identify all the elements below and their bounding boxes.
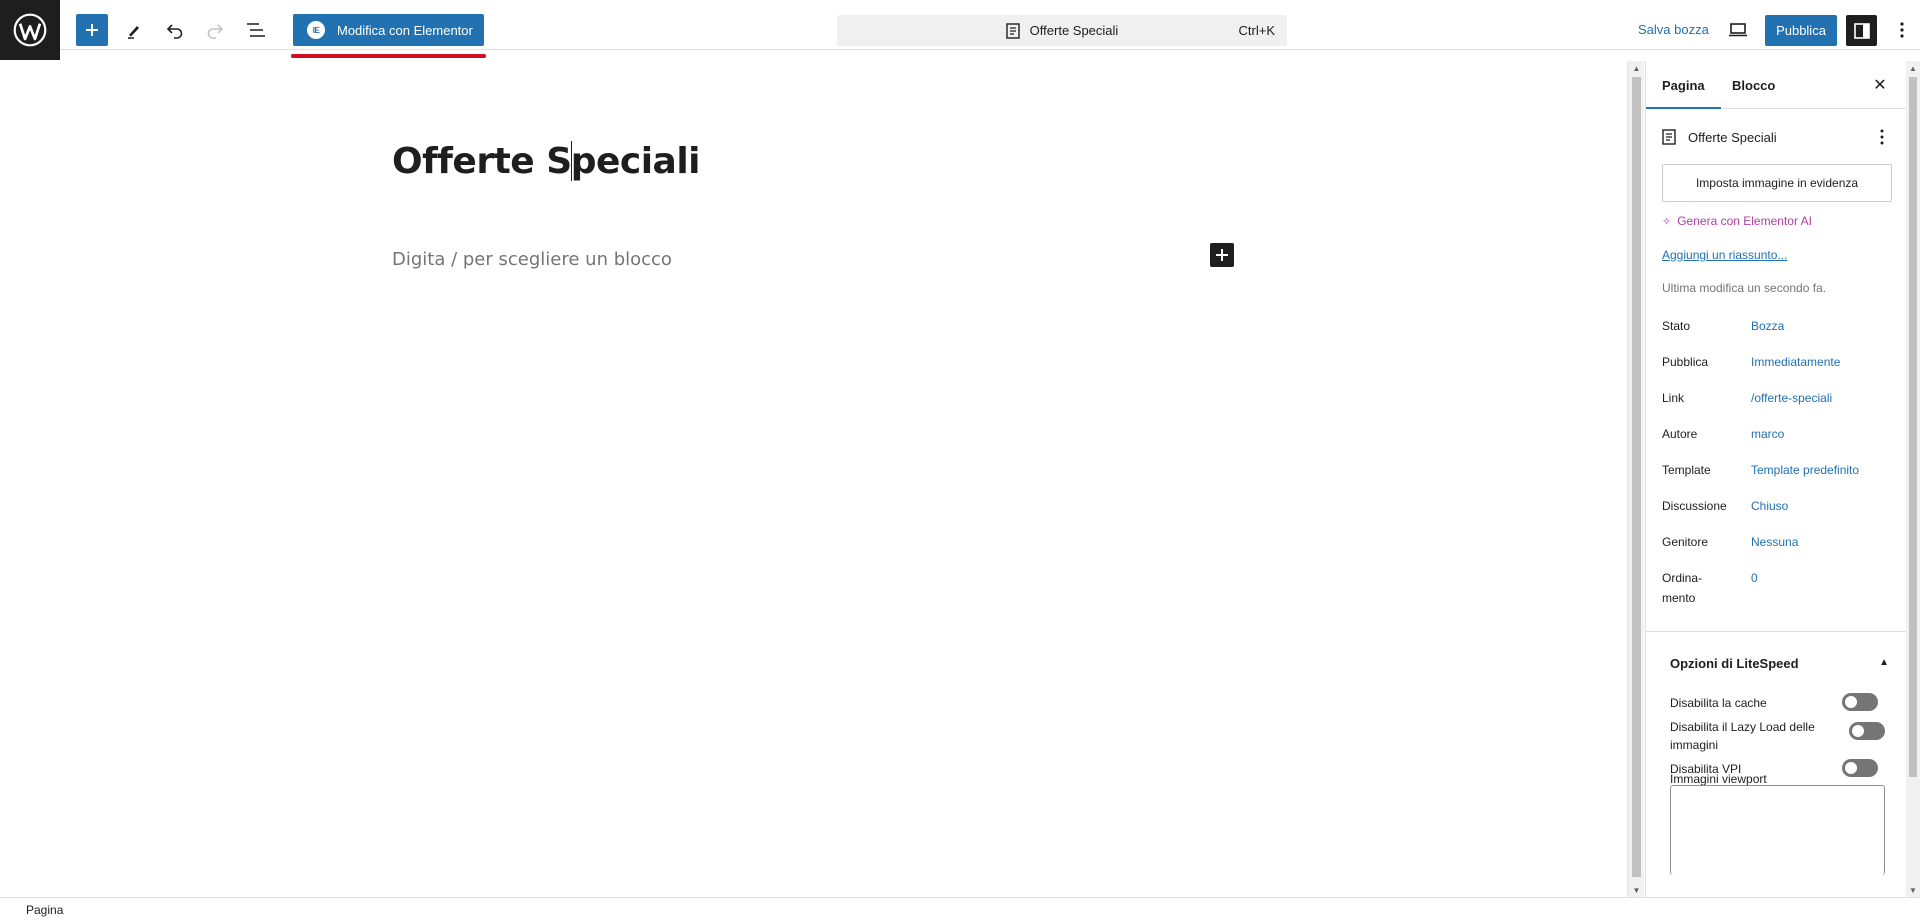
option-label: Disabilita il Lazy Load delle immagini	[1670, 720, 1815, 752]
sidebar-scrollbar-thumb[interactable]	[1909, 77, 1917, 777]
meta-label: Autore	[1662, 427, 1698, 441]
document-actions-button[interactable]	[1872, 125, 1892, 149]
pen-icon	[128, 26, 139, 39]
template-value[interactable]: Template predefinito	[1751, 460, 1859, 480]
meta-label: Discussione	[1662, 499, 1727, 513]
add-block-button[interactable]	[76, 14, 108, 46]
meta-label: Genitore	[1662, 535, 1709, 549]
document-overview-button[interactable]	[240, 14, 272, 46]
keyboard-shortcut: Ctrl+K	[1238, 23, 1275, 38]
block-inserter-button[interactable]	[1210, 243, 1234, 267]
settings-sidebar-button[interactable]	[1846, 15, 1877, 46]
scroll-down-arrow-icon[interactable]: ▼	[1628, 883, 1645, 897]
kebab-icon	[1880, 129, 1884, 145]
status-value[interactable]: Bozza	[1751, 316, 1784, 336]
scroll-up-arrow-icon[interactable]: ▲	[1628, 61, 1645, 75]
author-value[interactable]: marco	[1751, 424, 1784, 444]
close-icon[interactable]: ✕	[1868, 73, 1892, 97]
discussion-value[interactable]: Chiuso	[1751, 496, 1788, 516]
option-label: Disabilita la cache	[1670, 696, 1767, 710]
publish-date-value[interactable]: Immediatamente	[1751, 352, 1840, 372]
edit-with-elementor-button[interactable]: IE Modifica con Elementor	[293, 14, 484, 46]
sidebar-icon	[1853, 22, 1870, 39]
scroll-down-arrow-icon[interactable]: ▼	[1906, 883, 1920, 897]
document-title: Offerte Speciali	[1688, 129, 1777, 145]
document-icon	[1662, 129, 1676, 145]
redo-icon	[207, 24, 224, 39]
wordpress-icon	[13, 13, 47, 47]
plus-icon	[86, 24, 98, 36]
scroll-up-arrow-icon[interactable]: ▲	[1906, 61, 1920, 75]
viewport-images-textarea[interactable]	[1670, 785, 1885, 875]
meta-label: Pubblica	[1662, 355, 1709, 369]
permalink-value[interactable]: /offerte-speciali	[1751, 388, 1832, 408]
generate-with-ai-link[interactable]: ✧ Genera con Elementor AI	[1662, 214, 1812, 228]
command-palette-bar[interactable]: Offerte Speciali Ctrl+K	[837, 15, 1287, 46]
edit-with-elementor-label: Modifica con Elementor	[337, 22, 473, 38]
list-view-icon	[247, 23, 265, 37]
meta-label: Template	[1662, 463, 1711, 477]
litespeed-options-panel: Opzioni di LiteSpeed ▲ Disabilita la cac…	[1646, 631, 1906, 875]
redo-button[interactable]	[199, 14, 231, 46]
tab-blocco[interactable]: Blocco	[1732, 78, 1775, 93]
sidebar-tabs: Pagina Blocco ✕	[1646, 61, 1906, 109]
editor-footer: Pagina	[0, 897, 1920, 920]
save-draft-button[interactable]: Salva bozza	[1638, 22, 1709, 37]
disable-cache-toggle[interactable]	[1842, 693, 1878, 711]
disable-lazy-load-toggle[interactable]	[1849, 722, 1885, 740]
breadcrumb[interactable]: Pagina	[26, 903, 63, 917]
more-options-button[interactable]	[1886, 14, 1918, 46]
canvas-scrollbar[interactable]: ▲ ▼	[1627, 61, 1644, 897]
collapse-caret-icon[interactable]: ▲	[1879, 657, 1889, 668]
post-title[interactable]: Offerte Speciali	[392, 141, 701, 182]
parent-value[interactable]: Nessuna	[1751, 532, 1798, 552]
tab-pagina[interactable]: Pagina	[1646, 78, 1721, 109]
wordpress-logo[interactable]	[0, 0, 60, 60]
order-value[interactable]: 0	[1751, 568, 1758, 588]
document-title-label: Offerte Speciali	[1029, 23, 1119, 38]
canvas-scrollbar-thumb[interactable]	[1632, 77, 1641, 877]
document-icon	[1005, 22, 1020, 39]
editor-canvas: Offerte Speciali Digita / per scegliere …	[0, 61, 1627, 897]
editor-toolbar: IE Modifica con Elementor Offerte Specia…	[0, 0, 1920, 60]
block-placeholder[interactable]: Digita / per scegliere un blocco	[392, 249, 672, 270]
elementor-icon: IE	[307, 21, 325, 39]
publish-button[interactable]: Pubblica	[1765, 15, 1837, 46]
last-modified-text: Ultima modifica un secondo fa.	[1662, 281, 1827, 295]
tools-button[interactable]	[118, 14, 150, 46]
sidebar-scrollbar[interactable]: ▲ ▼	[1906, 61, 1920, 897]
elementor-highlight-underline	[291, 54, 486, 58]
meta-label: Stato	[1662, 319, 1691, 333]
set-featured-image-button[interactable]: Imposta immagine in evidenza	[1662, 164, 1892, 202]
sparkle-icon: ✧	[1662, 215, 1672, 228]
preview-button[interactable]	[1722, 14, 1754, 46]
undo-button[interactable]	[159, 14, 191, 46]
desktop-icon	[1729, 23, 1747, 37]
add-excerpt-link[interactable]: Aggiungi un riassunto...	[1662, 248, 1787, 262]
meta-label: Link	[1662, 391, 1685, 405]
undo-icon	[166, 24, 183, 39]
meta-label: Ordina- mento	[1662, 571, 1703, 605]
kebab-icon	[1900, 22, 1904, 38]
settings-sidebar: Pagina Blocco ✕ Offerte Speciali Imposta…	[1645, 61, 1906, 897]
document-summary: Offerte Speciali	[1662, 129, 1777, 145]
generate-with-ai-label: Genera con Elementor AI	[1677, 214, 1812, 228]
disable-vpi-toggle[interactable]	[1842, 759, 1878, 777]
option-disable-lazy-load: Disabilita il Lazy Load delle immagini	[1670, 718, 1850, 754]
litespeed-panel-title[interactable]: Opzioni di LiteSpeed	[1670, 656, 1799, 671]
plus-icon	[1216, 249, 1228, 261]
